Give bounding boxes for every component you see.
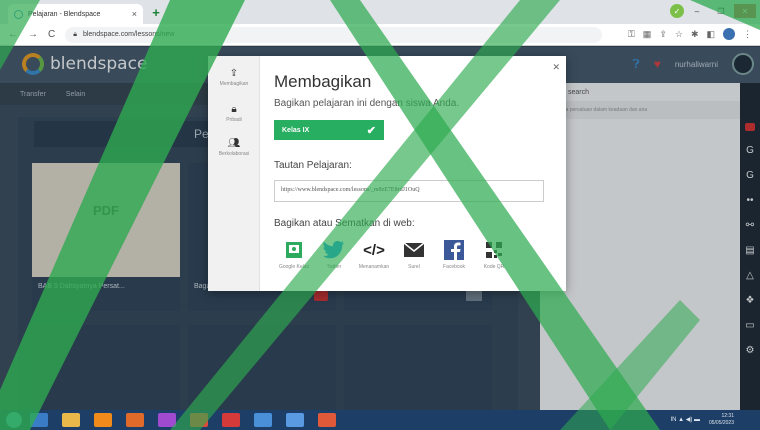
window-icon[interactable]: [286, 413, 304, 427]
url-text: blendspace.com/lessons/new: [82, 31, 175, 38]
facebook-icon: [444, 240, 464, 260]
tab-title: Pelajaran - Blendspace: [28, 10, 101, 18]
close-window-button[interactable]: ✕: [734, 4, 756, 18]
minimize-button[interactable]: –: [686, 4, 708, 18]
google-classroom-icon: [286, 242, 302, 258]
browser-avatar[interactable]: [723, 28, 735, 40]
sidebar-item-collaborate[interactable]: 👥︎ Berkolaborasi: [208, 138, 260, 157]
tab-close-icon[interactable]: ×: [132, 9, 137, 19]
browser-tab[interactable]: Pelajaran - Blendspace ×: [8, 4, 143, 24]
share-label-text: Kode QR: [483, 264, 505, 270]
profile-icon[interactable]: ✓: [670, 4, 684, 18]
sidebar-item-label: Berkolaborasi: [218, 151, 250, 157]
chrome-icon[interactable]: [254, 413, 272, 427]
explorer-icon[interactable]: [62, 413, 80, 427]
back-icon[interactable]: ←: [8, 29, 18, 40]
extension-icon[interactable]: ▦: [643, 29, 652, 40]
clock[interactable]: 12:31 05/05/2023: [709, 413, 734, 427]
share-label-text: Menanamkan: [358, 264, 390, 270]
pdf-app-icon[interactable]: [318, 413, 336, 427]
class-name: Kelas IX: [282, 126, 310, 134]
key-icon[interactable]: ⚿: [628, 29, 635, 40]
lock-icon: 🔒︎: [73, 30, 77, 38]
share-label-text: Surel: [408, 264, 420, 270]
puzzle-icon[interactable]: ✱: [691, 29, 699, 40]
sidebar-item-share[interactable]: ⇪ Membagikan: [208, 68, 260, 87]
check-icon: ✔: [366, 124, 376, 137]
lesson-link-field[interactable]: https://www.blendspace.com/lessons/_m8zE…: [274, 180, 544, 202]
share-embed[interactable]: </> Menanamkan: [354, 240, 394, 280]
share-page-icon[interactable]: ⇪: [659, 29, 667, 40]
share-options: Google Kelas Twitter </> Menanamkan Sure…: [274, 240, 554, 280]
windows-taskbar: IN ▲ ◀) ▬ 12:31 05/05/2023: [0, 410, 760, 430]
forward-icon[interactable]: →: [28, 29, 38, 40]
sidebar-icon[interactable]: ◧: [706, 29, 715, 40]
share-modal: ⇪ Membagikan 🔒︎ Pribadi 👥︎ Berkolaborasi…: [208, 56, 566, 291]
mail-app-icon[interactable]: [158, 413, 176, 427]
share-google-classroom[interactable]: Google Kelas: [274, 240, 314, 280]
share-twitter[interactable]: Twitter: [314, 240, 354, 280]
address-bar: ← → C 🔒︎ blendspace.com/lessons/new ⚿ ▦ …: [0, 24, 760, 46]
modal-title: Membagikan: [274, 72, 372, 91]
sidebar-item-label: Membagikan: [219, 81, 249, 87]
menu-icon[interactable]: ⋮: [743, 29, 752, 40]
share-qr-code[interactable]: Kode QR: [474, 240, 514, 280]
share-label: Bagikan atau Sematkan di web:: [274, 218, 415, 229]
collaborate-icon: 👥︎: [227, 138, 241, 149]
twitter-icon: [323, 241, 344, 259]
modal-sidebar: ⇪ Membagikan 🔒︎ Pribadi 👥︎ Berkolaborasi: [208, 56, 260, 291]
start-button[interactable]: [6, 412, 22, 428]
share-label-text: Facebook: [443, 264, 465, 270]
share-label-text: Google Kelas: [278, 264, 310, 270]
clock-date: 05/05/2023: [708, 420, 734, 426]
app-icon[interactable]: [222, 413, 240, 427]
class-share-button[interactable]: Kelas IX ✔: [274, 120, 384, 140]
embed-icon: </>: [363, 241, 385, 259]
reload-icon[interactable]: C: [48, 29, 55, 40]
modal-subtitle: Bagikan pelajaran ini dengan siswa Anda.: [274, 98, 460, 109]
opera-icon[interactable]: [190, 413, 208, 427]
share-label-text: Twitter: [326, 264, 342, 270]
modal-close-button[interactable]: ✕: [552, 62, 560, 73]
url-field[interactable]: 🔒︎ blendspace.com/lessons/new: [65, 26, 602, 43]
favicon-icon: [14, 9, 23, 19]
new-tab-button[interactable]: +: [148, 6, 164, 20]
sidebar-item-label: Pribadi: [226, 117, 242, 123]
link-label: Tautan Pelajaran:: [274, 160, 352, 171]
media-icon[interactable]: [94, 413, 112, 427]
firefox-icon[interactable]: [126, 413, 144, 427]
share-facebook[interactable]: Facebook: [434, 240, 474, 280]
lock-icon: 🔒︎: [231, 104, 237, 115]
sidebar-item-private[interactable]: 🔒︎ Pribadi: [208, 104, 260, 123]
mail-icon: [404, 243, 424, 257]
share-email[interactable]: Surel: [394, 240, 434, 280]
qr-code-icon: [485, 241, 503, 259]
clock-time: 12:31: [721, 413, 734, 419]
ie-icon[interactable]: [30, 413, 48, 427]
extension-icons: ⚿ ▦ ⇪ ☆ ✱ ◧ ⋮: [628, 28, 752, 40]
browser-tab-bar: Pelajaran - Blendspace × + ✓ – ❐ ✕: [0, 0, 760, 24]
maximize-button[interactable]: ❐: [710, 4, 732, 18]
share-icon: ⇪: [229, 68, 239, 79]
star-icon[interactable]: ☆: [675, 29, 683, 40]
tray-icons[interactable]: IN ▲ ◀) ▬: [670, 416, 700, 423]
window-controls: ✓ – ❐ ✕: [670, 4, 756, 18]
